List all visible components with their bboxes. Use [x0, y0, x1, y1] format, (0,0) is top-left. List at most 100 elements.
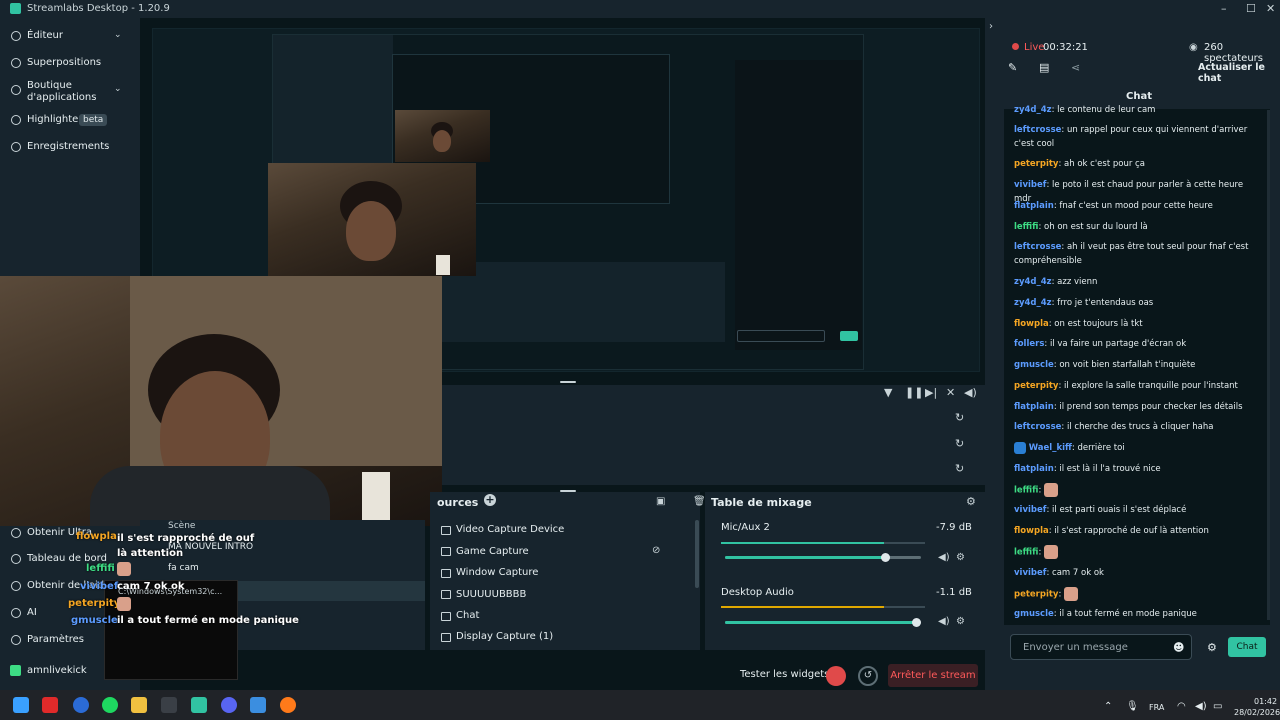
source-item[interactable]: Video Capture Device — [456, 524, 564, 535]
chat-title: Chat — [1126, 91, 1152, 102]
overlay-chat-text: il a tout fermé en mode panique — [117, 615, 299, 626]
source-item[interactable]: Game Capture — [456, 546, 529, 557]
microphone-icon[interactable]: 🎙 — [1126, 701, 1139, 712]
chat-message: zy4d_4z: le contenu de leur cam — [1014, 105, 1156, 115]
emote-icon — [117, 597, 131, 611]
source-item[interactable]: Chat — [456, 610, 479, 621]
volume-slider-fill — [725, 556, 886, 559]
clock-time[interactable]: 01:42 — [1254, 697, 1277, 706]
streamlabs-taskbar-icon[interactable] — [191, 697, 207, 713]
mixer-channel-name: Desktop Audio — [721, 587, 794, 598]
help-icon — [11, 581, 21, 591]
image-icon — [441, 590, 451, 599]
speaker-icon[interactable]: ◀) — [938, 552, 950, 563]
mute-icon[interactable]: ✕ — [946, 386, 955, 399]
test-widgets-button[interactable] — [826, 666, 846, 686]
webcam-feed-small — [395, 110, 490, 162]
close-button[interactable]: ✕ — [1266, 2, 1275, 15]
refresh-icon[interactable]: ↻ — [955, 462, 964, 475]
share-icon[interactable]: ⋖ — [1071, 61, 1080, 74]
webcam-feed-medium — [268, 163, 476, 276]
spotify-icon[interactable] — [102, 697, 118, 713]
rerun-icon[interactable]: ↺ — [858, 666, 878, 686]
scene-item[interactable]: fa cam — [168, 563, 199, 573]
chevron-down-icon[interactable]: ⌄ — [114, 84, 122, 94]
live-status: Live — [1024, 42, 1045, 53]
eye-icon: ◉ — [1189, 42, 1198, 53]
app-store-icon — [11, 85, 21, 95]
file-explorer-icon[interactable] — [131, 697, 147, 713]
volume-slider[interactable] — [725, 553, 921, 562]
minimize-button[interactable]: – — [1221, 2, 1227, 15]
photos-icon[interactable] — [250, 697, 266, 713]
studio-mode-panel — [442, 385, 985, 485]
firefox-icon[interactable] — [280, 697, 296, 713]
discord-icon[interactable] — [221, 697, 237, 713]
terminal-icon[interactable] — [161, 697, 177, 713]
filter-icon[interactable]: ▼ — [884, 386, 892, 399]
delete-icon[interactable]: 🗑 — [693, 496, 706, 507]
language-indicator[interactable]: FRA — [1149, 703, 1164, 712]
refresh-icon[interactable]: ↻ — [955, 437, 964, 450]
volume-slider[interactable] — [725, 618, 921, 627]
overlay-chat-user: leffifi — [86, 563, 115, 574]
chat-scrollbar[interactable] — [1267, 110, 1270, 620]
chat-send-button[interactable]: Chat — [1228, 637, 1266, 657]
test-widgets-label: Tester les widgets — [740, 669, 830, 680]
overlay-chat-user: peterpity — [68, 598, 121, 609]
chat-input[interactable]: Envoyer un message ☻ — [1010, 634, 1192, 660]
tray-chevron-icon[interactable]: ⌃ — [1104, 701, 1112, 712]
volume-slider-knob[interactable] — [881, 553, 890, 562]
edit-icon[interactable]: ✎ — [1008, 61, 1017, 74]
chat-message: vivibef: il est parti ouais il s'est dép… — [1014, 505, 1187, 515]
eye-hidden-icon[interactable]: ⊘ — [652, 545, 660, 556]
source-item[interactable]: Display Capture (1) — [456, 631, 553, 642]
skip-icon[interactable]: ▶| — [925, 386, 937, 399]
source-item[interactable]: SUUUUUBBBB — [456, 589, 526, 600]
chat-message: gmuscle: il a tout fermé en mode panique — [1014, 609, 1197, 619]
live-timer: 00:32:21 — [1043, 42, 1088, 53]
emoji-icon[interactable]: ☻ — [1173, 641, 1184, 654]
volume-icon[interactable]: ◀) — [964, 386, 977, 399]
clock-date[interactable]: 28/02/2026 — [1234, 708, 1280, 717]
windows-start-icon[interactable] — [13, 697, 29, 713]
chevron-down-icon[interactable]: ⌄ — [114, 30, 122, 40]
battery-icon[interactable]: ▭ — [1213, 701, 1222, 712]
folder-icon[interactable]: ▣ — [656, 496, 665, 507]
emote-icon — [1064, 587, 1079, 601]
stop-stream-button[interactable]: Arrêter le stream — [888, 664, 978, 687]
chat-message: flatplain: fnaf c'est un mood pour cette… — [1014, 201, 1213, 211]
wifi-icon[interactable]: ◠ — [1177, 701, 1186, 712]
clipboard-icon[interactable]: ▤ — [1039, 61, 1049, 74]
maximize-button[interactable]: ☐ — [1246, 2, 1256, 15]
channel-settings-icon[interactable]: ⚙ — [956, 552, 965, 563]
mixer-settings-icon[interactable]: ⚙ — [966, 495, 976, 508]
add-source-icon[interactable]: + — [484, 494, 496, 506]
app-l-icon[interactable] — [42, 697, 58, 713]
chat-settings-icon[interactable]: ⚙ — [1207, 641, 1217, 654]
window-icon — [441, 569, 451, 578]
gamepad-icon — [441, 547, 451, 556]
refresh-chat-button[interactable]: Actualiser le chat — [1198, 62, 1280, 84]
source-item[interactable]: Window Capture — [456, 567, 538, 578]
pause-icon[interactable]: ❚❚ — [905, 386, 923, 399]
channel-settings-icon[interactable]: ⚙ — [956, 616, 965, 627]
volume-tray-icon[interactable]: ◀) — [1195, 701, 1207, 712]
recordings-icon — [11, 142, 21, 152]
kick-icon — [10, 665, 21, 676]
chat-message: leffifi: — [1014, 545, 1262, 560]
window-title: Streamlabs Desktop - 1.20.9 — [27, 3, 170, 14]
sources-scrollbar[interactable] — [695, 520, 699, 588]
collapse-chevron-icon[interactable]: › — [989, 21, 993, 32]
editor-icon — [11, 31, 21, 41]
resize-handle[interactable] — [560, 381, 576, 383]
browser-icon[interactable] — [73, 697, 89, 713]
mixer-title: Table de mixage — [711, 496, 812, 509]
nested-chat-input — [737, 330, 825, 342]
speaker-icon[interactable]: ◀) — [938, 616, 950, 627]
refresh-icon[interactable]: ↻ — [955, 411, 964, 424]
settings-icon — [11, 635, 21, 645]
scene-item[interactable]: C:\Windows\System32\c... — [118, 587, 222, 596]
volume-slider-knob[interactable] — [912, 618, 921, 627]
mixer-channel-db: -1.1 dB — [936, 587, 972, 598]
